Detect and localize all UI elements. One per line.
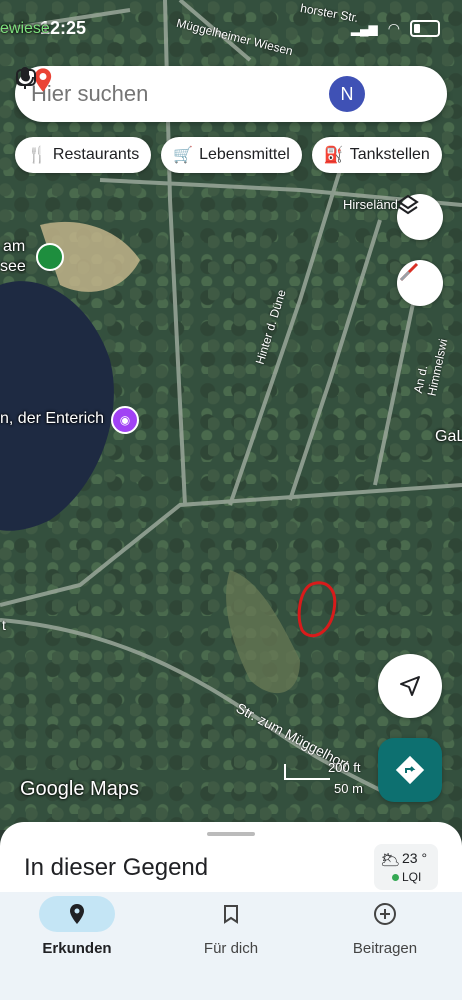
scale-m: 50 m [334,781,363,796]
clearing-shape [226,570,300,694]
my-location-button[interactable] [378,654,442,718]
tab-label: Erkunden [42,940,112,957]
directions-icon [395,755,425,785]
fork-knife-icon: 🍴 [27,147,47,164]
tab-explore[interactable]: Erkunden [17,896,137,957]
map-label-am: am [3,238,26,255]
air-quality-label: LQI [402,870,422,884]
microphone-icon[interactable] [16,67,283,114]
navigation-arrow-icon [400,676,420,696]
map-label-gal: GaL [435,428,462,445]
tab-label: Beitragen [352,940,418,957]
map-label-str-left: t [2,617,6,633]
search-bar[interactable]: N [15,66,447,122]
tab-for-you[interactable]: Für dich [171,896,291,957]
scale-bar [284,764,330,780]
map-label-top-left: ewiese [0,20,50,37]
chip-restaurants[interactable]: 🍴 Restaurants [15,137,152,173]
camera-marker-icon[interactable]: ◉ [111,406,139,434]
add-circle-icon [374,903,396,925]
bookmark-icon [224,905,238,924]
air-quality-dot-icon [392,874,399,881]
chip-groceries[interactable]: 🛒 Lebensmittel [161,137,302,173]
google-maps-logo: Google Maps [20,778,139,800]
layers-icon [397,194,419,215]
sheet-title: In dieser Gegend [24,854,209,881]
chip-label: Lebensmittel [199,146,290,163]
map-label-enterich: n, der Enterich [0,410,105,427]
weather-icon: 🌥 [380,852,401,869]
park-marker-icon[interactable] [36,243,64,271]
lake-shape [0,281,114,531]
compass-button[interactable] [397,260,443,306]
layers-button[interactable] [397,194,443,240]
pin-icon [70,904,84,924]
sheet-drag-handle[interactable] [207,832,255,836]
lens-camera-icon[interactable] [16,69,323,114]
weather-temp: 23 ° [402,850,428,866]
cart-icon: 🛒 [173,147,194,164]
fuel-icon: ⛽ [323,147,344,164]
wifi-icon: ◠ [387,20,400,36]
battery-icon [410,20,440,37]
avatar[interactable]: N [329,76,365,112]
search-input[interactable] [29,80,243,108]
compass-icon [399,262,419,282]
bottom-navigation: Erkunden Für dich Beitragen [0,892,462,1000]
tab-label: Für dich [203,940,259,957]
chip-gas-stations[interactable]: ⛽ Tankstellen [311,137,442,173]
red-circle-annotation [297,581,337,638]
chip-label: Tankstellen [349,146,430,163]
chip-label: Restaurants [52,146,140,163]
tab-contribute[interactable]: Beitragen [325,896,445,957]
scale-ft: 200 ft [328,760,361,775]
directions-button[interactable] [378,738,442,802]
weather-widget[interactable]: 🌥 23 ° LQI [374,844,438,890]
category-chips: 🍴 Restaurants 🛒 Lebensmittel ⛽ Tankstell… [15,137,442,173]
map-label-hirse: Hirseländ [343,197,398,212]
status-icons: ▂▄▆ ◠ [351,20,440,37]
map-label-see: see [0,258,26,275]
